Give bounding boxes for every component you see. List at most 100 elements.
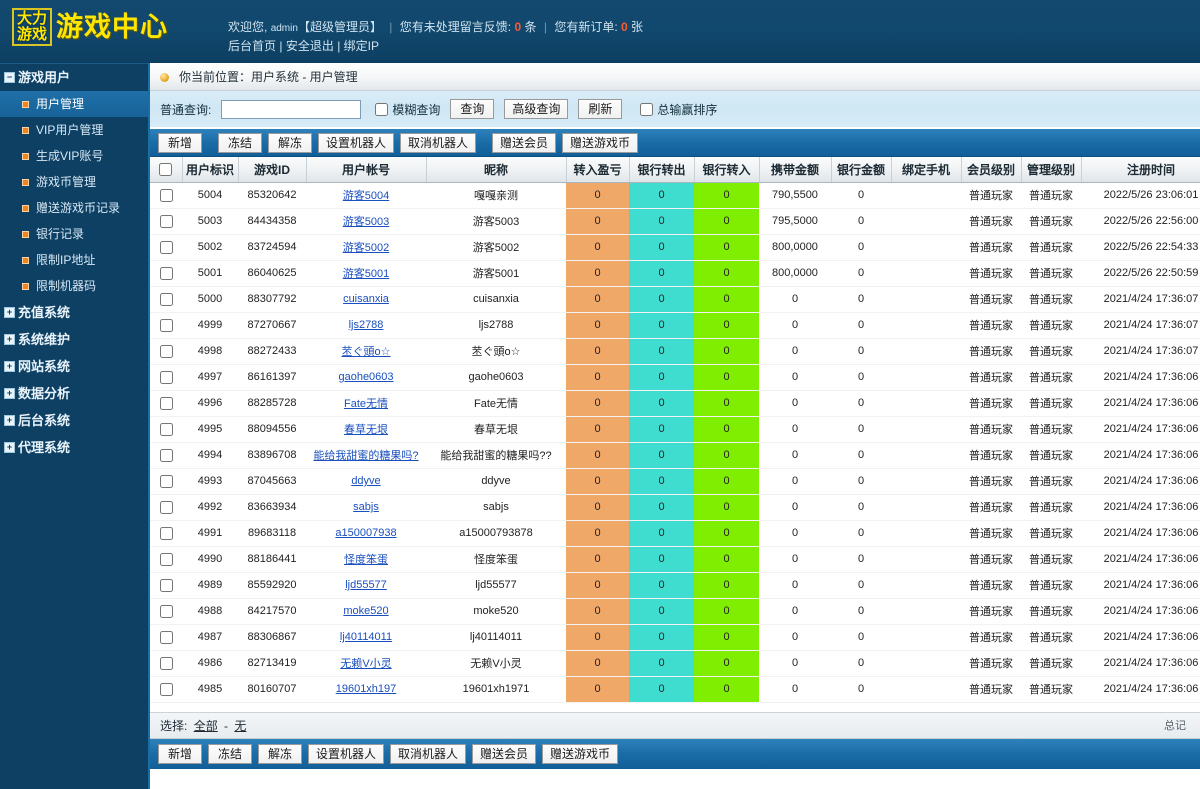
table-row[interactable]: 4998 88272433 苤ぐ頭o☆ 苤ぐ頭o☆ 0 0 0 0 0 普通玩家 普通玩家 2021/… xyxy=(150,338,1200,365)
cell-acct[interactable]: lj40114011 xyxy=(306,624,426,651)
table-row[interactable]: 4991 89683118 a150007938 a15000793878 0 0 0 0 0 普… xyxy=(150,520,1200,547)
expand-icon[interactable]: + xyxy=(4,442,15,453)
row-checkbox-cell[interactable] xyxy=(150,676,182,703)
cell-acct[interactable]: a150007938 xyxy=(306,520,426,547)
row-checkbox-cell[interactable] xyxy=(150,312,182,339)
column-header-11[interactable]: 管理级别 xyxy=(1021,157,1082,183)
refresh-button[interactable]: 刷新 xyxy=(578,99,623,119)
table-row[interactable]: 4995 88094556 春草无垠 春草无垠 0 0 0 0 0 普通玩家 普通玩家 2021/4/… xyxy=(150,416,1200,443)
expand-icon[interactable]: + xyxy=(4,361,15,372)
table-row[interactable]: 4996 88285728 Fate无情 Fate无情 0 0 0 0 0 普通玩家 普通玩家 202… xyxy=(150,390,1200,417)
toolbar-button-3[interactable]: 设置机器人 xyxy=(308,744,385,764)
sidebar-group-5[interactable]: + 后台系统 xyxy=(0,407,148,434)
link-logout[interactable]: 安全退出 xyxy=(286,39,334,53)
toolbar-button-1[interactable]: 冻结 xyxy=(218,132,262,153)
account-link[interactable]: 游客5002 xyxy=(343,242,389,254)
cell-acct[interactable]: gaohe0603 xyxy=(306,364,426,391)
fuzzy-query-checkbox-wrap[interactable]: 模糊查询 xyxy=(375,101,440,118)
row-checkbox-cell[interactable] xyxy=(150,182,182,209)
toolbar-button-1[interactable]: 冻结 xyxy=(208,744,252,764)
column-header-7[interactable]: 携带金额 xyxy=(759,157,832,183)
row-checkbox[interactable] xyxy=(159,630,173,644)
row-checkbox[interactable] xyxy=(159,682,173,696)
row-checkbox-cell[interactable] xyxy=(150,234,182,261)
column-header-3[interactable]: 昵称 xyxy=(426,157,567,183)
cell-acct[interactable]: moke520 xyxy=(306,598,426,625)
sidebar-item-0-6[interactable]: 限制IP地址 xyxy=(0,247,148,273)
cell-acct[interactable]: Fate无情 xyxy=(306,390,426,417)
toolbar-button-5[interactable]: 赠送会员 xyxy=(472,744,537,764)
cell-acct[interactable]: ljs2788 xyxy=(306,312,426,339)
row-checkbox-cell[interactable] xyxy=(150,208,182,235)
link-backend-home[interactable]: 后台首页 xyxy=(228,39,276,53)
table-row[interactable]: 4986 82713419 无赖V小灵 无赖V小灵 0 0 0 0 0 普通玩家 普通玩家 2021/… xyxy=(150,650,1200,677)
column-header-10[interactable]: 会员级别 xyxy=(961,157,1022,183)
column-header-6[interactable]: 银行转入 xyxy=(694,157,760,183)
select-all-link[interactable]: 全部 xyxy=(194,719,218,733)
row-checkbox-cell[interactable] xyxy=(150,598,182,625)
account-link[interactable]: ljs2788 xyxy=(349,319,384,331)
row-checkbox-cell[interactable] xyxy=(150,520,182,547)
row-checkbox[interactable] xyxy=(159,552,173,566)
account-link[interactable]: moke520 xyxy=(343,605,388,617)
table-row[interactable]: 4999 87270667 ljs2788 ljs2788 0 0 0 0 0 普通玩家 普通玩家 2… xyxy=(150,312,1200,339)
row-checkbox[interactable] xyxy=(159,656,173,670)
cell-acct[interactable]: 春草无垠 xyxy=(306,416,426,443)
cell-acct[interactable]: ljd55577 xyxy=(306,572,426,599)
toolbar-button-4[interactable]: 取消机器人 xyxy=(390,744,467,764)
select-all-checkbox[interactable] xyxy=(159,163,173,177)
toolbar-button-5[interactable]: 赠送会员 xyxy=(492,132,557,153)
cell-acct[interactable]: 苤ぐ頭o☆ xyxy=(306,338,426,365)
sidebar-group-0[interactable]: − 游戏用户 xyxy=(0,64,148,91)
column-header-4[interactable]: 转入盈亏 xyxy=(566,157,630,183)
cell-acct[interactable]: sabjs xyxy=(306,494,426,521)
sidebar-group-4[interactable]: + 数据分析 xyxy=(0,380,148,407)
cell-acct[interactable]: cuisanxia xyxy=(306,286,426,313)
total-sort-checkbox[interactable] xyxy=(640,102,654,116)
account-link[interactable]: 19601xh197 xyxy=(336,683,397,695)
column-header-12[interactable]: 注册时间 xyxy=(1081,157,1200,183)
toolbar-button-3[interactable]: 设置机器人 xyxy=(318,132,395,153)
expand-icon[interactable]: + xyxy=(4,415,15,426)
sidebar-item-0-0[interactable]: 用户管理 xyxy=(0,91,148,117)
table-row[interactable]: 4992 83663934 sabjs sabjs 0 0 0 0 0 普通玩家 普通玩家 2021/… xyxy=(150,494,1200,521)
row-checkbox[interactable] xyxy=(159,474,173,488)
toolbar-button-0[interactable]: 新增 xyxy=(158,744,202,764)
sidebar-item-0-7[interactable]: 限制机器码 xyxy=(0,273,148,299)
row-checkbox[interactable] xyxy=(159,240,173,254)
toolbar-button-4[interactable]: 取消机器人 xyxy=(400,132,477,153)
account-link[interactable]: 能给我甜蜜的糖果吗? xyxy=(313,450,418,462)
row-checkbox-cell[interactable] xyxy=(150,494,182,521)
expand-icon[interactable]: + xyxy=(4,334,15,345)
account-link[interactable]: 春草无垠 xyxy=(344,424,388,436)
search-input[interactable] xyxy=(221,99,362,119)
account-link[interactable]: sabjs xyxy=(353,501,379,513)
table-row[interactable]: 5003 84434358 游客5003 游客5003 0 0 0 795,5000 0 普通玩家… xyxy=(150,208,1200,235)
collapse-icon[interactable]: − xyxy=(4,72,15,83)
row-checkbox[interactable] xyxy=(159,214,173,228)
column-header-1[interactable]: 游戏ID xyxy=(238,157,307,183)
row-checkbox-cell[interactable] xyxy=(150,416,182,443)
account-link[interactable]: Fate无情 xyxy=(344,398,388,410)
row-checkbox[interactable] xyxy=(159,526,173,540)
row-checkbox[interactable] xyxy=(159,344,173,358)
table-row[interactable]: 4989 85592920 ljd55577 ljd55577 0 0 0 0 0 普通玩家 普通玩… xyxy=(150,572,1200,599)
table-row[interactable]: 4997 86161397 gaohe0603 gaohe0603 0 0 0 0 0 普通玩家普… xyxy=(150,364,1200,391)
sidebar-item-0-3[interactable]: 游戏币管理 xyxy=(0,169,148,195)
query-button[interactable]: 查询 xyxy=(450,99,495,119)
account-link[interactable]: ddyve xyxy=(351,475,380,487)
cell-acct[interactable]: 游客5004 xyxy=(306,182,426,209)
row-checkbox[interactable] xyxy=(159,292,173,306)
row-checkbox-cell[interactable] xyxy=(150,546,182,573)
cell-acct[interactable]: 怪度笨蛋 xyxy=(306,546,426,573)
total-sort-checkbox-wrap[interactable]: 总输赢排序 xyxy=(640,101,717,118)
account-link[interactable]: 游客5003 xyxy=(343,216,389,228)
account-link[interactable]: 无赖V小灵 xyxy=(340,658,391,670)
cell-acct[interactable]: 19601xh197 xyxy=(306,676,426,703)
table-row[interactable]: 4985 80160707 19601xh197 19601xh1971 0 0 0 0 0 普通… xyxy=(150,676,1200,703)
row-checkbox-cell[interactable] xyxy=(150,468,182,495)
table-row[interactable]: 4993 87045663 ddyve ddyve 0 0 0 0 0 普通玩家 普通玩家 2021/… xyxy=(150,468,1200,495)
row-checkbox[interactable] xyxy=(159,266,173,280)
cell-acct[interactable]: 游客5001 xyxy=(306,260,426,287)
row-checkbox-cell[interactable] xyxy=(150,260,182,287)
